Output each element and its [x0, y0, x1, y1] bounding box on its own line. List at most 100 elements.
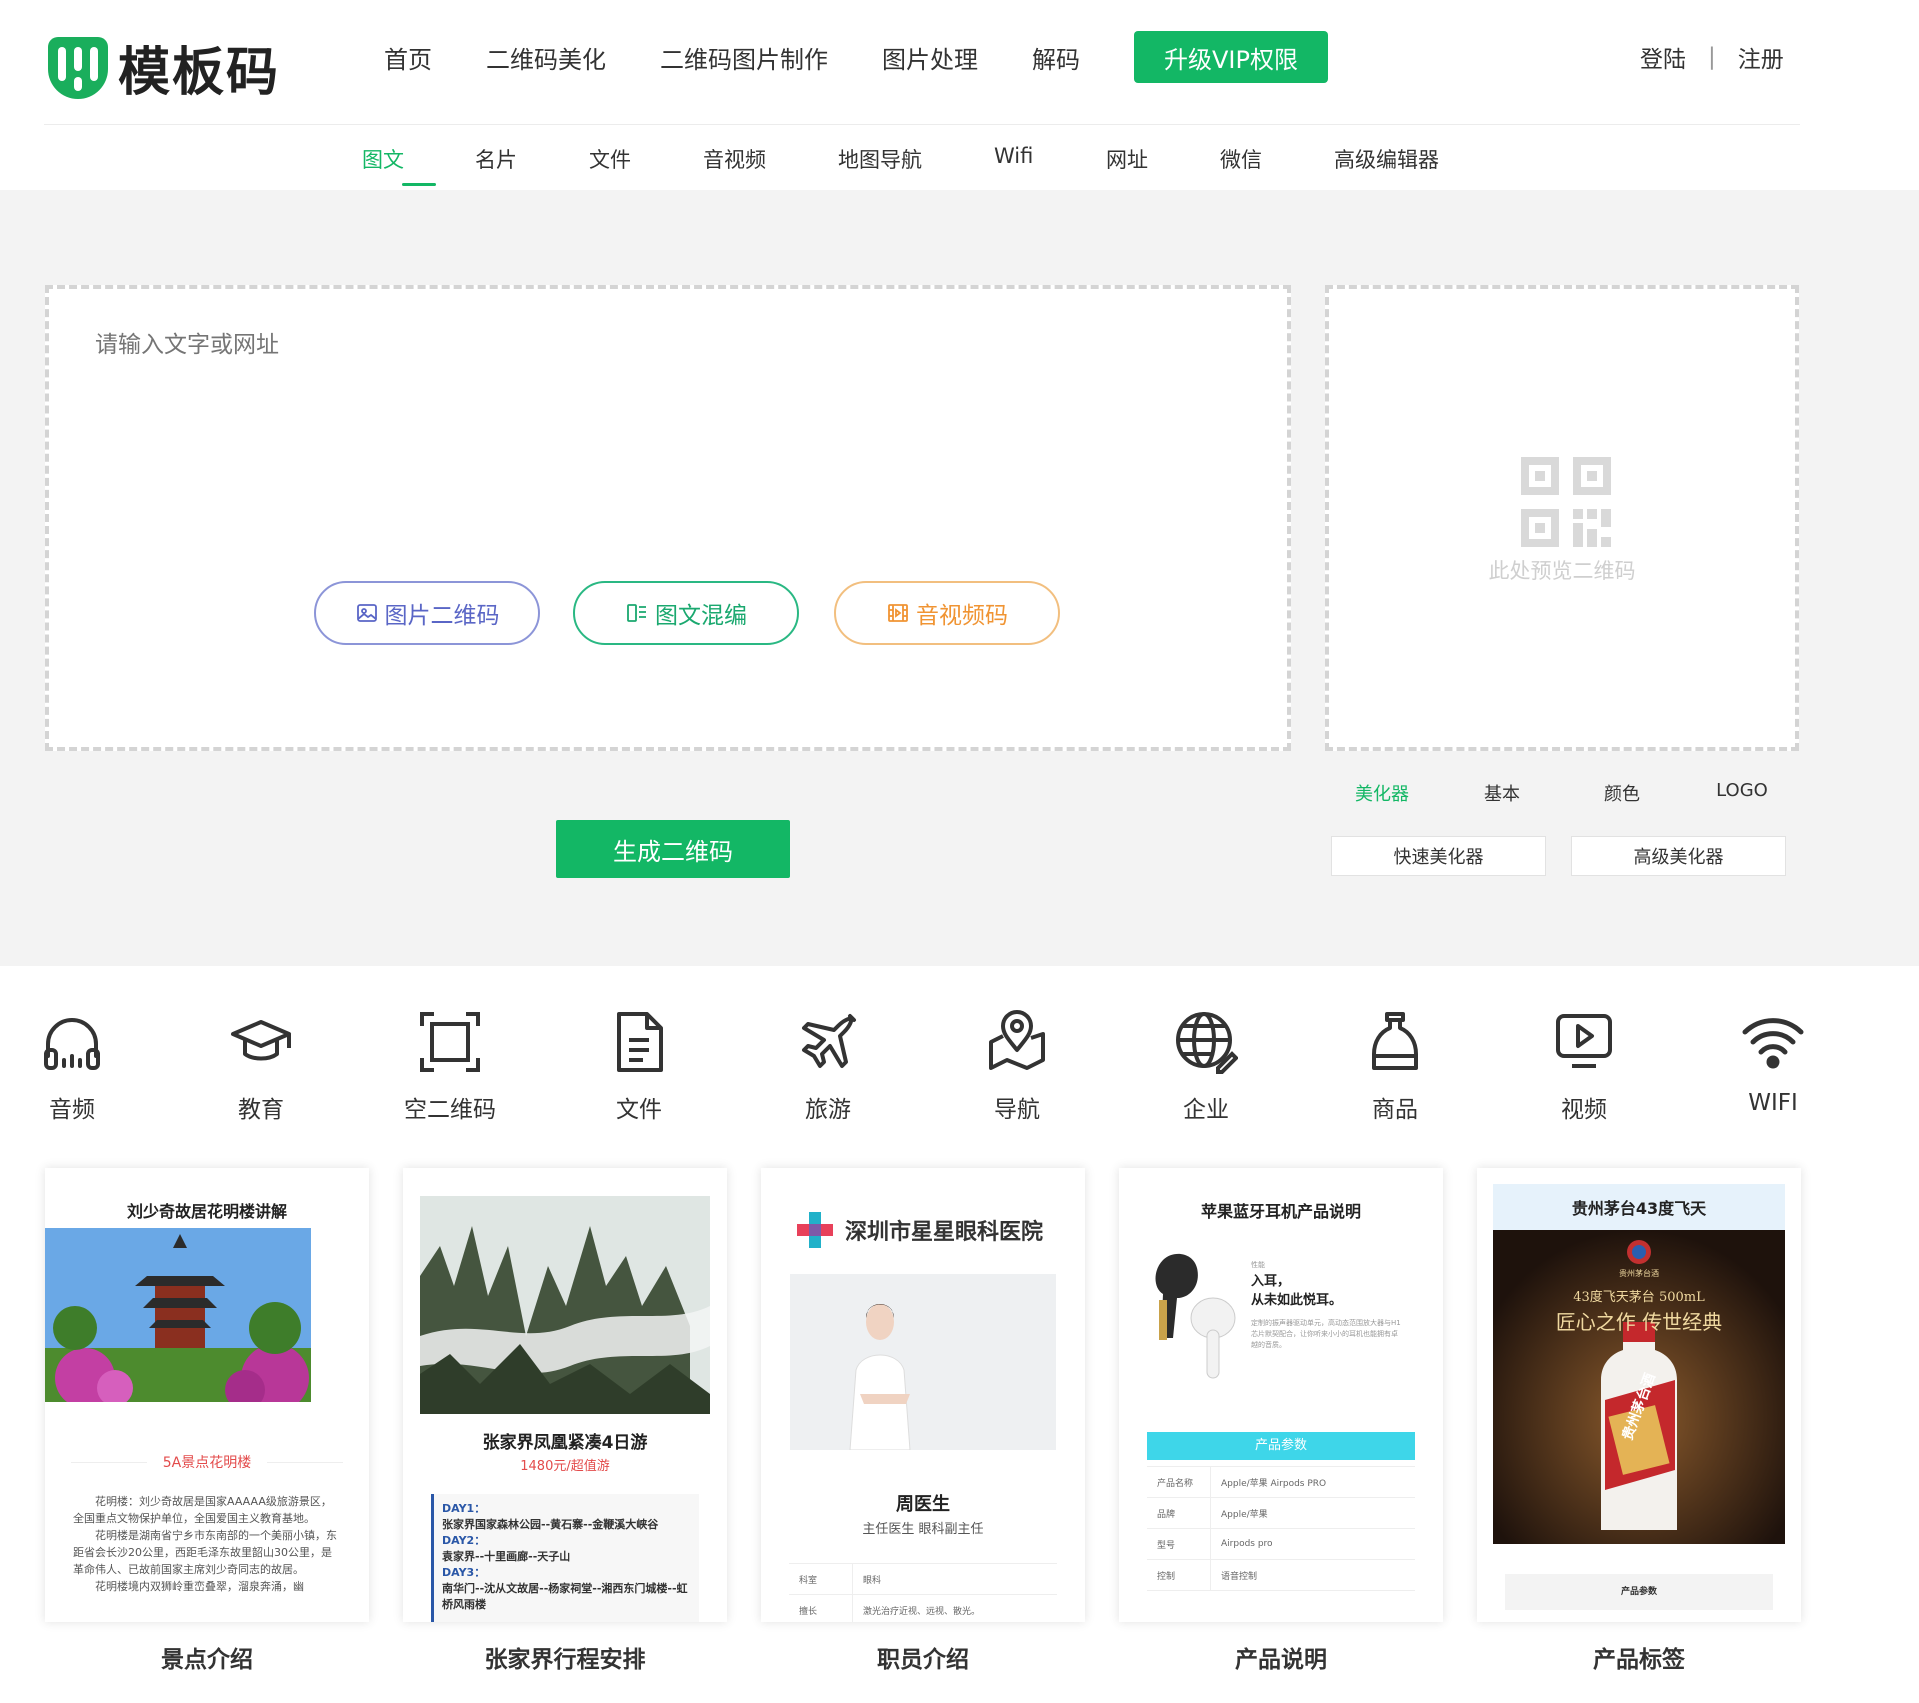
doctor-name: 周医生	[896, 1494, 950, 1515]
category-enterprise[interactable]: 企业	[1146, 1010, 1266, 1124]
tab-card[interactable]: 名片	[475, 144, 589, 184]
headphones-icon	[44, 1018, 100, 1070]
template-card-scenic[interactable]: 刘少奇故居花明楼讲解 5A景点花明楼 花明楼：刘少奇故居是国家AAAAA级旅游景…	[45, 1168, 369, 1622]
tab-text[interactable]: 图文	[362, 144, 475, 184]
tab-url[interactable]: 网址	[1106, 144, 1220, 184]
bottle-icon	[1372, 1012, 1418, 1070]
auth-links: 登陆 | 注册	[1640, 40, 1784, 74]
card-title: 苹果蓝牙耳机产品说明	[1200, 1202, 1361, 1221]
brand-name: 贵州茅台酒	[1619, 1269, 1659, 1278]
param-row: 型号 Airpods pro	[1147, 1529, 1415, 1560]
category-product[interactable]: 商品	[1335, 1010, 1455, 1124]
category-travel[interactable]: 旅游	[768, 1010, 888, 1124]
image-qr-button[interactable]: 图片二维码	[314, 581, 540, 645]
template-card-staff[interactable]: 深圳市星星眼科医院 周医生 主任医生 眼科副主任 科室 眼科 擅长 激光治疗近视、远…	[761, 1168, 1085, 1622]
qr-preview: 此处预览二维码	[1325, 285, 1799, 751]
tab-wechat[interactable]: 微信	[1220, 144, 1334, 184]
airplane-icon	[802, 1014, 856, 1068]
card-title: 贵州茅台43度飞天	[1493, 1184, 1785, 1230]
register-link[interactable]: 注册	[1738, 40, 1784, 74]
video-icon	[1556, 1014, 1612, 1068]
card-caption: 张家界行程安排	[484, 1647, 646, 1673]
card-price: 1480元/超值游	[520, 1459, 610, 1474]
row-value: 激光治疗近视、远视、散光。	[863, 1606, 981, 1617]
category-label: 视频	[1561, 1097, 1607, 1123]
document-icon	[617, 1012, 663, 1072]
category-education[interactable]: 教育	[201, 1010, 321, 1124]
upgrade-vip-button[interactable]: 升级VIP权限	[1134, 31, 1328, 83]
generate-qr-button[interactable]: 生成二维码	[556, 820, 790, 878]
row-value: Apple/苹果 Airpods PRO	[1221, 1478, 1327, 1489]
nav-home[interactable]: 首页	[384, 40, 432, 75]
feature-desc: 定制的振声器驱动单元，高动态范围放大器与H1芯片默契配合，让你听来小小的耳机也能…	[1251, 1319, 1401, 1349]
mountain-image	[420, 1196, 710, 1414]
category-video[interactable]: 视频	[1524, 1010, 1644, 1124]
header-divider	[44, 124, 1800, 125]
av-code-button[interactable]: 音视频码	[834, 581, 1060, 645]
wifi-icon	[1742, 1018, 1804, 1069]
poster-slogan: 匠心之作 传世经典	[1555, 1310, 1723, 1334]
tab-av[interactable]: 音视频	[703, 144, 838, 184]
row-key: 科室	[789, 1564, 853, 1594]
header: 模板码 首页 二维码美化 二维码图片制作 图片处理 解码 升级VIP权限 登陆 …	[0, 0, 1919, 190]
category-file[interactable]: 文件	[579, 1010, 699, 1124]
image-qr-label: 图片二维码	[384, 603, 500, 629]
layout-icon	[627, 604, 646, 622]
category-label: 教育	[238, 1097, 284, 1123]
mixed-content-button[interactable]: 图文混编	[573, 581, 799, 645]
category-label: 商品	[1372, 1097, 1418, 1123]
doctor-role: 主任医生 眼科副主任	[862, 1522, 984, 1537]
doctor-photo	[790, 1274, 1056, 1450]
tab-beautifier[interactable]: 美化器	[1322, 780, 1442, 806]
sub-nav: 图文 名片 文件 音视频 地图导航 Wifi 网址 微信 高级编辑器	[362, 144, 1439, 184]
scan-frame-icon	[420, 1012, 480, 1072]
info-row: 科室 眼科	[789, 1564, 1057, 1595]
card-body: 花明楼：刘少奇故居是国家AAAAA级旅游景区，全国重点文物保护单位，全国爱国主义…	[73, 1495, 332, 1525]
template-card-product-desc[interactable]: 苹果蓝牙耳机产品说明 性能 入耳， 从未如此悦耳。 定制的振声器驱动单元，高动态…	[1119, 1168, 1443, 1622]
info-row: 擅长 激光治疗近视、远视、散光。	[789, 1595, 1057, 1622]
category-audio[interactable]: 音频	[12, 1010, 132, 1124]
template-card-product-label[interactable]: 贵州茅台43度飞天 贵州茅台酒 43度飞天茅台 500mL 匠心之作 传世经典 …	[1477, 1168, 1801, 1622]
nav-qr-image[interactable]: 二维码图片制作	[660, 40, 828, 75]
main-nav: 首页 二维码美化 二维码图片制作 图片处理 解码 升级VIP权限	[384, 30, 1328, 84]
logo-icon	[48, 36, 108, 99]
category-empty-qr[interactable]: 空二维码	[390, 1010, 510, 1124]
nav-decode[interactable]: 解码	[1032, 40, 1080, 75]
logo[interactable]: 模板码	[48, 30, 280, 105]
category-wifi[interactable]: WIFI	[1713, 1010, 1833, 1116]
tab-color[interactable]: 颜色	[1562, 780, 1682, 806]
tab-map[interactable]: 地图导航	[838, 144, 994, 184]
content-input[interactable]	[95, 325, 1195, 505]
day-label: DAY1：	[442, 1502, 486, 1515]
category-label: 音频	[49, 1097, 95, 1123]
template-card-itinerary[interactable]: 张家界凤凰紧凑4日游 1480元/超值游 DAY1： 张家界国家森林公园--黄石…	[403, 1168, 727, 1622]
tab-wifi[interactable]: Wifi	[994, 144, 1106, 184]
tab-logo[interactable]: LOGO	[1682, 780, 1802, 806]
card-body: 花明楼境内双狮岭重峦叠翠，溜泉奔涌，幽	[95, 1580, 304, 1593]
film-icon	[888, 604, 908, 622]
card-title: 刘少奇故居花明楼讲解	[126, 1202, 287, 1221]
nav-image-process[interactable]: 图片处理	[882, 40, 978, 75]
tab-file[interactable]: 文件	[589, 144, 703, 184]
tab-advanced-editor[interactable]: 高级编辑器	[1334, 144, 1439, 184]
editor-stage: 图片二维码 图文混编 音视频码 生成二维码 此处预览二维码 美化器 基本 颜色 …	[0, 190, 1919, 966]
category-label: 空二维码	[404, 1097, 496, 1123]
advanced-beautifier-button[interactable]: 高级美化器	[1571, 836, 1786, 876]
nav-qr-beautify[interactable]: 二维码美化	[486, 40, 606, 75]
day-text: 张家界国家森林公园--黄石寨--金鞭溪大峡谷	[442, 1518, 659, 1531]
tab-basic[interactable]: 基本	[1442, 780, 1562, 806]
av-code-label: 音视频码	[916, 603, 1008, 629]
image-icon	[356, 604, 377, 622]
category-navigation[interactable]: 导航	[957, 1010, 1077, 1124]
card-caption: 职员介绍	[877, 1647, 969, 1673]
logo-text: 模板码	[118, 42, 281, 103]
card-body: 花明楼是湖南省宁乡市东南部的一个美丽小镇，东距省会长沙20公里，西距毛泽东故里韶…	[73, 1529, 337, 1576]
preview-placeholder-text: 此处预览二维码	[1488, 559, 1636, 583]
category-label: WIFI	[1748, 1090, 1798, 1116]
card-subtitle: 5A景点花明楼	[147, 1452, 267, 1472]
mixed-content-label: 图文混编	[655, 603, 747, 629]
login-link[interactable]: 登陆	[1640, 40, 1686, 74]
category-label: 导航	[994, 1097, 1040, 1123]
graduation-cap-icon	[231, 1020, 291, 1061]
quick-beautifier-button[interactable]: 快速美化器	[1331, 836, 1546, 876]
